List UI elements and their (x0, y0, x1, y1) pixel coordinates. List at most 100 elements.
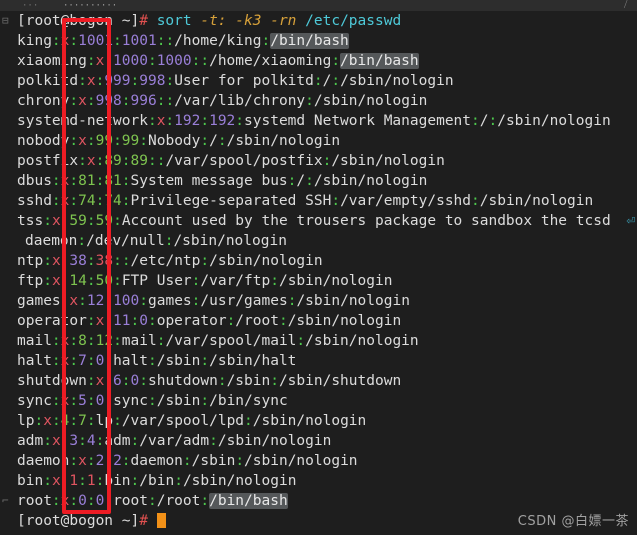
passwd-entry: games:x:12:100:games:/usr/games:/sbin/no… (17, 293, 410, 309)
passwd-shell: /sbin/nologin (296, 293, 410, 309)
passwd-shell: /sbin/nologin (287, 313, 402, 329)
passwd-password-field: x (51, 473, 61, 489)
passwd-password-field: x (78, 93, 87, 109)
passwd-username: adm (17, 433, 44, 449)
resize-handle-icon[interactable]: ⟋ (621, 0, 630, 11)
passwd-username: chrony (17, 93, 70, 109)
passwd-shell: /sbin/nologin (305, 333, 419, 349)
passwd-shell: /sbin/nologin (244, 453, 358, 469)
passwd-entry-continuation: daemon:/dev/null:/sbin/nologin (25, 233, 287, 249)
passwd-entry: mail:x:8:12:mail:/var/spool/mail:/sbin/n… (17, 333, 419, 349)
passwd-gid: 0 (130, 373, 140, 389)
passwd-uid: 8 (78, 333, 87, 349)
passwd-home: /sbin (156, 393, 201, 409)
passwd-shell: /sbin/nologin (497, 113, 611, 129)
passwd-entry: lp:x:4:7:lp:/var/spool/lpd:/sbin/nologin (17, 413, 367, 429)
passwd-gid: 996 (130, 93, 157, 109)
passwd-gid: 2 (113, 453, 122, 469)
passwd-shell: /sbin/halt (209, 353, 297, 369)
command-line[interactable]: [root@bogon ~]# sort -t: -k3 -rn /etc/pa… (0, 11, 637, 31)
passwd-uid: 6 (113, 373, 122, 389)
passwd-password-field: x (95, 373, 105, 389)
passwd-gecos-cont: daemon (25, 233, 78, 249)
passwd-shell: /bin/bash (340, 53, 419, 69)
passwd-home: /var/ftp (200, 273, 271, 289)
passwd-shell: /bin/sync (209, 393, 288, 409)
passwd-home: /home/xiaoming (209, 53, 332, 69)
passwd-entry: bin:x:1:1:bin:/bin:/sbin/nologin (17, 473, 297, 489)
command-argument: /etc/passwd (305, 13, 402, 29)
passwd-entry: chrony:x:998:996::/var/lib/chrony:/sbin/… (17, 93, 428, 109)
passwd-home: /sbin (156, 353, 201, 369)
passwd-uid: 5 (78, 393, 87, 409)
passwd-username: sync (17, 393, 52, 409)
passwd-gecos: games (148, 293, 192, 309)
passwd-username: sshd (17, 193, 52, 209)
passwd-uid: 89 (104, 153, 122, 169)
passwd-shell: /sbin/nologin (252, 413, 367, 429)
passwd-shell: /sbin/nologin (278, 273, 393, 289)
passwd-password-field: x (69, 293, 79, 309)
passwd-gid: 100 (113, 293, 140, 309)
passwd-home: /usr/games (200, 293, 288, 309)
passwd-gecos: sync (113, 393, 148, 409)
passwd-username: ntp (17, 253, 44, 269)
passwd-shell: /sbin/nologin (313, 93, 428, 109)
passwd-home: / (209, 133, 218, 149)
shell-prompt: [root@bogon ~] (17, 13, 140, 29)
line-wrap-marker: ⏎ (626, 213, 635, 229)
passwd-gid: 1001 (121, 33, 157, 49)
passwd-home: /var/adm (139, 433, 210, 449)
passwd-gid: 81 (104, 173, 122, 189)
tab-item-2[interactable]: ·········· (63, 2, 117, 11)
passwd-shell: /sbin/nologin (331, 153, 445, 169)
passwd-home: /var/empty/sshd (340, 193, 472, 209)
passwd-home: /var/spool/lpd (121, 413, 245, 429)
command-option-2: -rn (270, 13, 297, 29)
passwd-gid: 1 (86, 473, 96, 489)
passwd-uid: 7 (78, 353, 87, 369)
passwd-password-field: x (78, 133, 87, 149)
tab-item-1[interactable]: ··· (22, 2, 38, 11)
passwd-uid: 192 (174, 113, 201, 129)
passwd-entry: systemd-network:x:192:192:systemd Networ… (17, 113, 611, 129)
passwd-uid: 0 (78, 493, 87, 509)
passwd-gecos: lp (95, 413, 114, 429)
passwd-entry: root:x:0:0:root:/root:/bin/bash (17, 493, 288, 509)
terminal-output[interactable]: ⊟ ⌐ [root@bogon ~]# sort -t: -k3 -rn /etc… (0, 11, 637, 535)
passwd-username: mail (17, 333, 52, 349)
passwd-entry: ftp:x:14:50:FTP User:/var/ftp:/sbin/nolo… (17, 273, 393, 289)
passwd-entry: postfix:x:89:89::/var/spool/postfix:/sbi… (17, 153, 445, 169)
passwd-uid: 38 (69, 253, 87, 269)
passwd-home: /root (235, 313, 279, 329)
terminal-lines: [root@bogon ~]# sort -t: -k3 -rn /etc/pa… (0, 11, 637, 531)
passwd-password-field: x (51, 253, 61, 269)
passwd-shell: /bin/bash (270, 33, 349, 49)
passwd-home: /root (156, 493, 201, 509)
prompt-symbol: # (139, 513, 148, 529)
passwd-username: shutdown (17, 373, 87, 389)
passwd-entry: king:x:1001:1001::/home/king:/bin/bash (17, 33, 349, 49)
passwd-password-field: x (51, 213, 61, 229)
passwd-shell: /bin/bash (209, 493, 288, 509)
passwd-gecos: shutdown (147, 373, 218, 389)
passwd-entry: ntp:x:38:38::/etc/ntp:/sbin/nologin (17, 253, 323, 269)
passwd-gid: 12 (95, 333, 114, 349)
passwd-username: bin (17, 473, 44, 489)
passwd-gecos: bin (104, 473, 131, 489)
passwd-username: ftp (17, 273, 44, 289)
passwd-username: postfix (17, 153, 79, 169)
passwd-entry: tss:x:59:59:Account used by the trousers… (17, 213, 635, 229)
passwd-entry: adm:x:3:4:adm:/var/adm:/sbin/nologin (17, 433, 332, 449)
command-name: sort (156, 13, 192, 29)
passwd-home: /var/spool/postfix (165, 153, 323, 169)
passwd-password-field: x (78, 453, 87, 469)
passwd-gid: 89 (130, 153, 148, 169)
passwd-gid: 38 (95, 253, 114, 269)
passwd-username: games (17, 293, 61, 309)
passwd-home: /dev/null (86, 233, 165, 249)
passwd-gecos: systemd Network Management (244, 113, 472, 129)
passwd-gecos: adm (104, 433, 131, 449)
passwd-gecos: System message bus (130, 173, 288, 189)
passwd-shell: /sbin/nologin (173, 233, 287, 249)
